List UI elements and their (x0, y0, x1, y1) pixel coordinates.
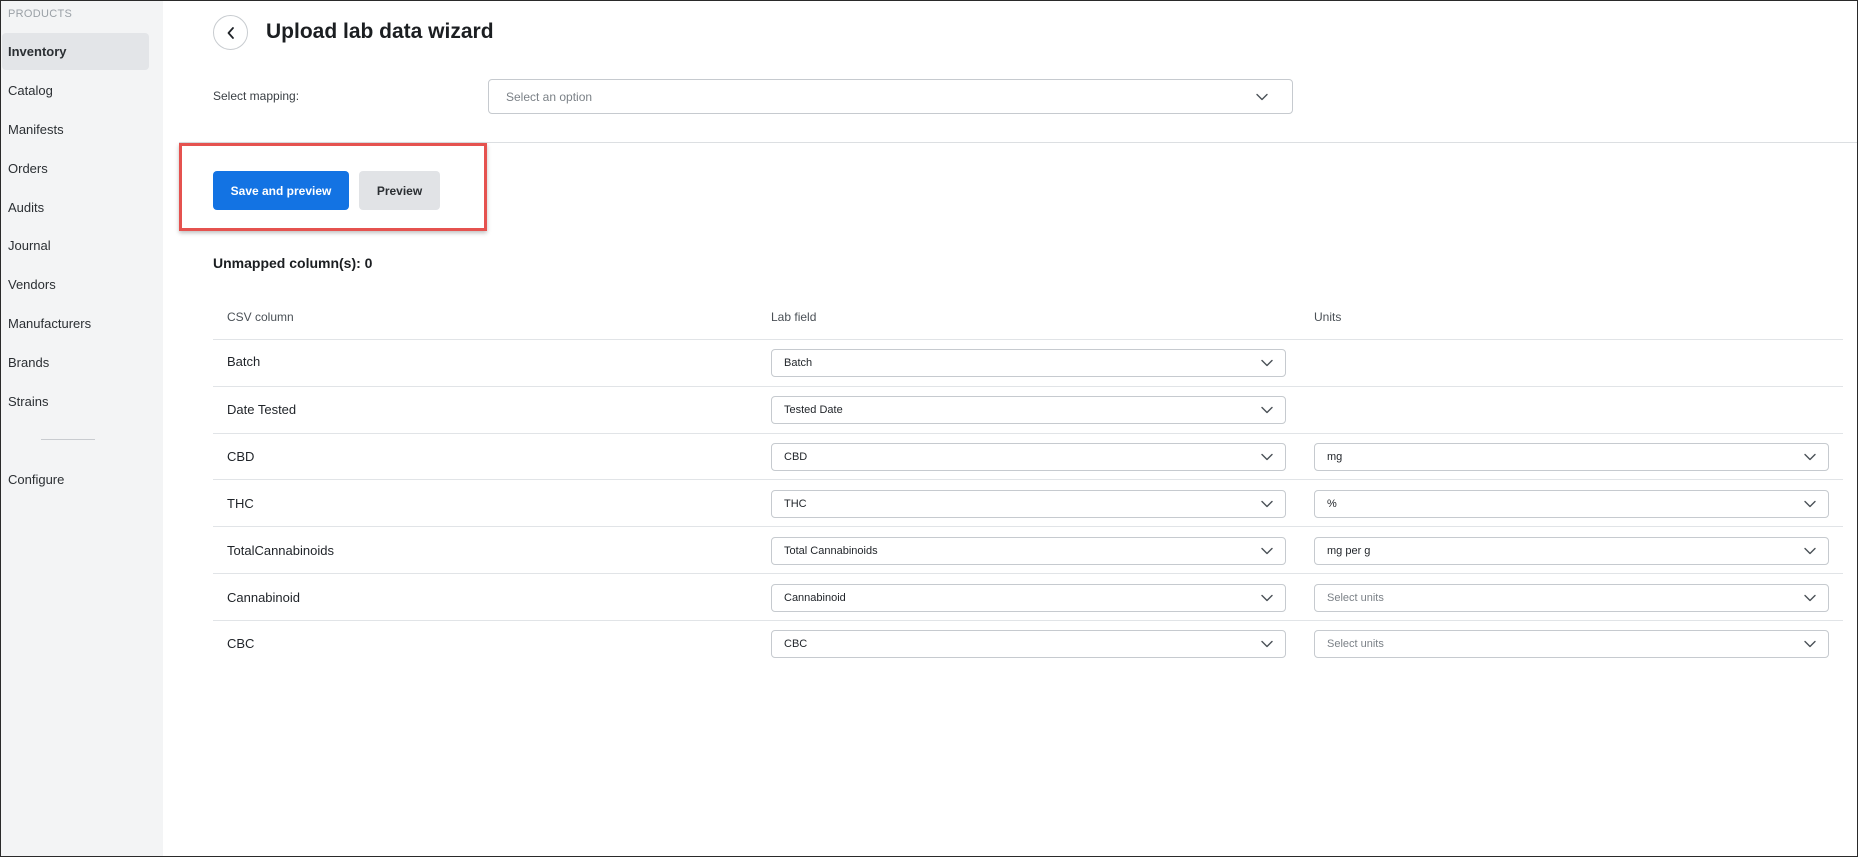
lab-field-select[interactable]: Total Cannabinoids (771, 537, 1286, 565)
table-divider (213, 386, 1843, 387)
chevron-down-icon (1804, 640, 1816, 648)
table-divider (213, 526, 1843, 527)
unmapped-count: Unmapped column(s): 0 (213, 255, 373, 271)
table-divider (213, 620, 1843, 621)
sidebar-item-inventory[interactable]: Inventory (2, 33, 149, 70)
save-and-preview-button[interactable]: Save and preview (213, 171, 349, 210)
sidebar-item-catalog[interactable]: Catalog (2, 72, 149, 109)
column-header-csv: CSV column (227, 310, 294, 324)
sidebar: PRODUCTS Inventory Catalog Manifests Ord… (1, 1, 163, 856)
lab-field-value: Tested Date (784, 404, 843, 416)
units-select[interactable]: mg (1314, 443, 1829, 471)
mapping-label: Select mapping: (213, 89, 300, 103)
sidebar-item-manifests[interactable]: Manifests (2, 111, 149, 148)
table-row-csv-column: Date Tested (227, 402, 297, 417)
lab-field-select[interactable]: Tested Date (771, 396, 1286, 424)
lab-field-value: CBD (784, 451, 808, 463)
units-value: mg per g (1327, 545, 1371, 557)
mapping-select[interactable]: Select an option (488, 79, 1293, 114)
chevron-down-icon (1261, 500, 1273, 508)
lab-field-select[interactable]: CBD (771, 443, 1286, 471)
lab-field-value: Batch (784, 357, 813, 369)
lab-field-select[interactable]: Cannabinoid (771, 584, 1286, 612)
sidebar-item-journal[interactable]: Journal (2, 227, 149, 264)
sidebar-divider (41, 439, 95, 440)
lab-field-select[interactable]: THC (771, 490, 1286, 518)
units-value: % (1327, 498, 1337, 510)
lab-field-value: Cannabinoid (784, 592, 846, 604)
chevron-down-icon (1261, 453, 1273, 461)
table-divider (213, 433, 1843, 434)
table-row-csv-column: CBD (227, 449, 255, 464)
lab-field-value: THC (784, 498, 807, 510)
chevron-down-icon (1804, 547, 1816, 555)
column-header-units: Units (1314, 310, 1342, 324)
lab-field-value: Total Cannabinoids (784, 545, 878, 557)
page-title: Upload lab data wizard (266, 20, 494, 43)
sidebar-item-vendors[interactable]: Vendors (2, 266, 149, 303)
table-divider (213, 573, 1843, 574)
chevron-down-icon (1261, 406, 1273, 414)
table-divider (213, 479, 1843, 480)
units-select[interactable]: Select units (1314, 584, 1829, 612)
sidebar-item-orders[interactable]: Orders (2, 150, 149, 187)
mapping-select-placeholder: Select an option (506, 89, 593, 104)
chevron-down-icon (1261, 640, 1273, 648)
units-select[interactable]: % (1314, 490, 1829, 518)
column-header-lab-field: Lab field (771, 310, 817, 324)
table-row-csv-column: THC (227, 496, 254, 511)
lab-field-select[interactable]: Batch (771, 349, 1286, 377)
table-row-csv-column: Batch (227, 354, 261, 369)
units-select[interactable]: mg per g (1314, 537, 1829, 565)
chevron-left-icon (227, 26, 234, 39)
sidebar-item-audits[interactable]: Audits (2, 189, 149, 226)
table-row-csv-column: CBC (227, 636, 255, 651)
chevron-down-icon (1261, 594, 1273, 602)
units-placeholder: Select units (1327, 592, 1384, 604)
app-window: PRODUCTS Inventory Catalog Manifests Ord… (0, 0, 1858, 857)
chevron-down-icon (1256, 93, 1268, 100)
preview-button[interactable]: Preview (359, 171, 440, 210)
table-row-csv-column: TotalCannabinoids (227, 543, 334, 558)
table-row-csv-column: Cannabinoid (227, 590, 301, 605)
lab-field-value: CBC (784, 638, 808, 650)
sidebar-item-configure[interactable]: Configure (2, 461, 149, 498)
chevron-down-icon (1804, 500, 1816, 508)
units-value: mg (1327, 451, 1343, 463)
sidebar-item-strains[interactable]: Strains (2, 383, 149, 420)
table-divider (213, 339, 1843, 340)
chevron-down-icon (1261, 359, 1273, 367)
back-button[interactable] (213, 15, 248, 50)
sidebar-item-brands[interactable]: Brands (2, 344, 149, 381)
units-placeholder: Select units (1327, 638, 1384, 650)
chevron-down-icon (1261, 547, 1273, 555)
sidebar-section-label: PRODUCTS (8, 8, 73, 20)
lab-field-select[interactable]: CBC (771, 630, 1286, 658)
units-select[interactable]: Select units (1314, 630, 1829, 658)
chevron-down-icon (1804, 594, 1816, 602)
sidebar-item-manufacturers[interactable]: Manufacturers (2, 305, 149, 342)
chevron-down-icon (1804, 453, 1816, 461)
